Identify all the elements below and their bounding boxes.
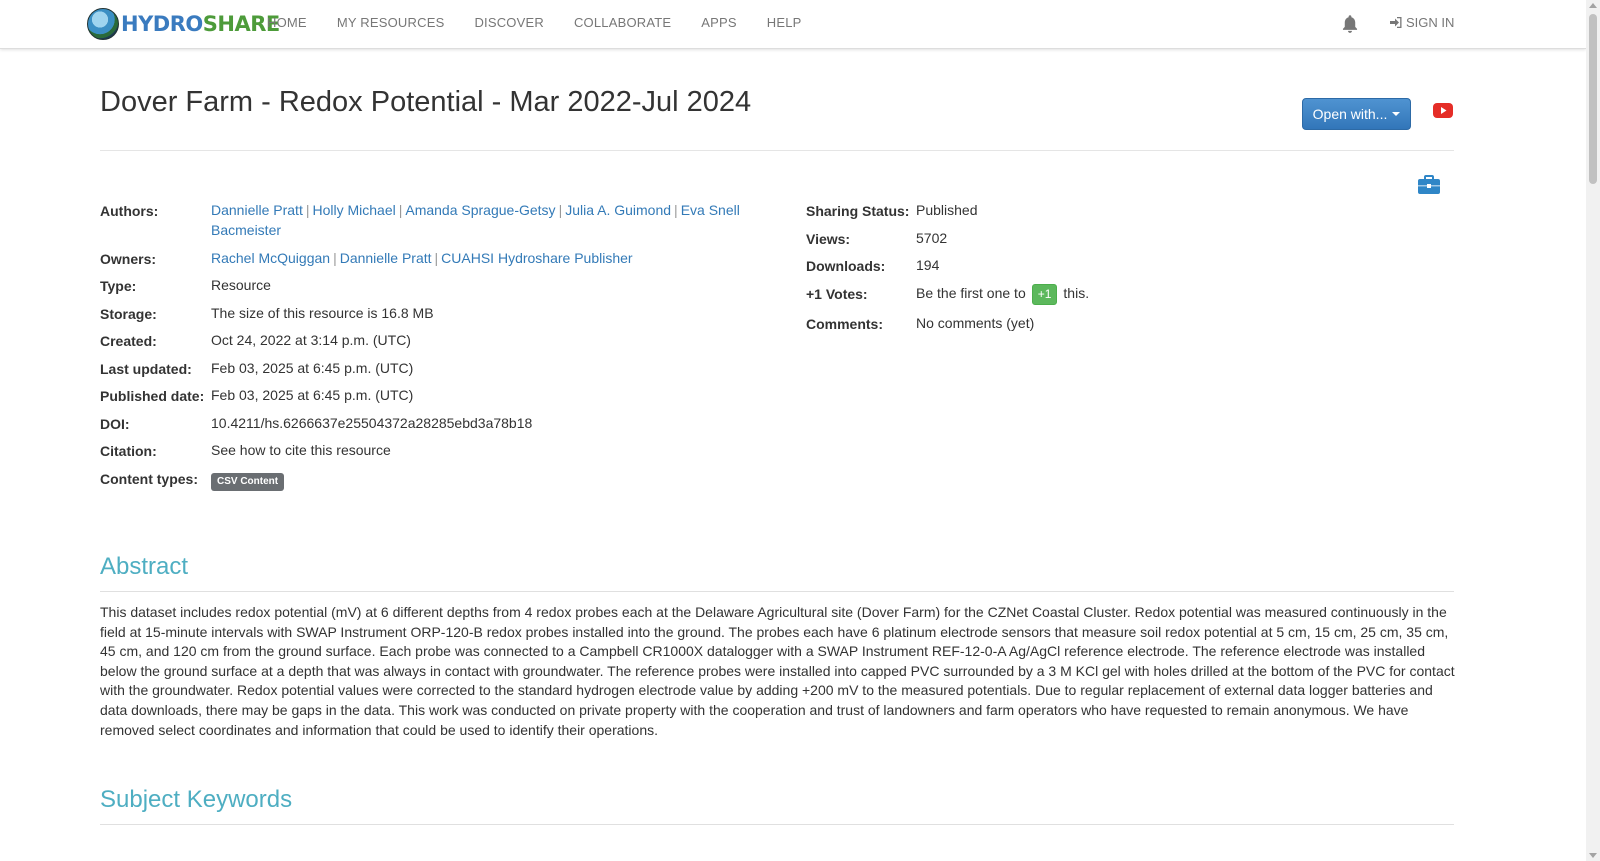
downloads-value: 194 [916,257,940,273]
author-link[interactable]: Dannielle Pratt [211,202,303,218]
citation-label: Citation: [100,443,157,459]
created-label: Created: [100,333,157,349]
nav-collaborate[interactable]: COLLABORATE [559,0,686,48]
published-date-label: Published date: [100,388,205,404]
caret-down-icon [1392,112,1401,116]
youtube-icon[interactable] [1433,103,1453,118]
scroll-up-icon[interactable] [1589,3,1597,8]
nav-apps[interactable]: APPS [686,0,751,48]
views-label: Views: [806,231,851,247]
top-navbar: HYDROSHARE HOME MY RESOURCES DISCOVER CO… [0,0,1586,49]
owner-link[interactable]: CUAHSI Hydroshare Publisher [441,250,632,266]
comments-link[interactable]: No comments (yet) [916,314,1034,334]
open-with-button[interactable]: Open with... [1302,98,1411,130]
nav-help[interactable]: HELP [752,0,817,48]
subject-keywords-heading: Subject Keywords [100,786,293,813]
votes-label: +1 Votes: [806,286,868,302]
sharing-status-label: Sharing Status: [806,203,910,219]
sharing-status-value: Published [916,202,978,218]
nav-my-resources[interactable]: MY RESOURCES [322,0,460,48]
owner-link[interactable]: Rachel McQuiggan [211,250,330,266]
owners-list: Rachel McQuiggan | Dannielle Pratt | CUAHSI … [211,250,633,266]
created-value: Oct 24, 2022 at 3:14 p.m. (UTC) [211,332,411,348]
sign-in-link[interactable]: SIGN IN [1389,15,1454,30]
owners-label: Owners: [100,251,157,267]
author-link[interactable]: Holly Michael [312,202,395,218]
abstract-text: This dataset includes redox potential (m… [100,604,1455,738]
storage-label: Storage: [100,306,157,322]
globe-icon [87,8,119,40]
authors-list: Dannielle Pratt | Holly Michael | Amanda Spr… [211,202,740,238]
last-updated-value: Feb 03, 2025 at 6:45 p.m. (UTC) [211,360,414,376]
abstract-heading: Abstract [100,553,189,580]
doi-label: DOI: [100,416,130,432]
hydroshare-logo[interactable]: HYDROSHARE [87,8,280,40]
views-value: 5702 [916,230,948,246]
briefcase-icon[interactable] [1418,175,1440,194]
last-updated-label: Last updated: [100,361,192,377]
open-with-label: Open with... [1312,106,1388,122]
comments-label: Comments: [806,316,884,332]
type-label: Type: [100,278,137,294]
sign-in-label: SIGN IN [1406,15,1455,30]
bell-icon[interactable] [1339,13,1361,35]
title-divider [100,150,1454,151]
content-types-value: CSV Content [211,470,285,491]
author-link[interactable]: Amanda Sprague-Getsy [405,202,555,218]
published-date-value: Feb 03, 2025 at 6:45 p.m. (UTC) [211,387,414,403]
scrollbar-thumb[interactable] [1589,14,1597,184]
author-link[interactable]: Bacmeister [211,222,281,238]
downloads-label: Downloads: [806,258,886,274]
plus-one-button[interactable]: +1 [1031,284,1058,305]
keywords-divider [100,824,1454,825]
scroll-down-icon[interactable] [1589,853,1597,858]
type-value: Resource [211,277,271,293]
nav-links: HOME MY RESOURCES DISCOVER COLLABORATE A… [252,0,817,48]
resource-title: Dover Farm - Redox Potential - Mar 2022-… [100,86,752,118]
csv-content-badge[interactable]: CSV Content [211,473,285,491]
abstract-divider [100,591,1454,592]
doi-value: 10.4211/hs.6266637e25504372a28285ebd3a78… [211,415,533,431]
storage-value: The size of this resource is 16.8 MB [211,305,434,321]
authors-label: Authors: [100,203,159,219]
citation-link[interactable]: See how to cite this resource [211,441,391,461]
author-link[interactable]: Julia A. Guimond [565,202,671,218]
author-link[interactable]: Eva Snell [681,202,740,218]
sign-in-icon [1390,17,1402,28]
votes-value: Be the first one to +1 this. [916,284,1089,305]
content-types-label: Content types: [100,471,198,487]
nav-discover[interactable]: DISCOVER [459,0,559,48]
owner-link[interactable]: Dannielle Pratt [340,250,432,266]
nav-home[interactable]: HOME [252,0,322,48]
votes-prefix: Be the first one to [916,285,1026,301]
page-scrollbar[interactable] [1586,0,1600,861]
votes-suffix: this. [1063,285,1090,301]
